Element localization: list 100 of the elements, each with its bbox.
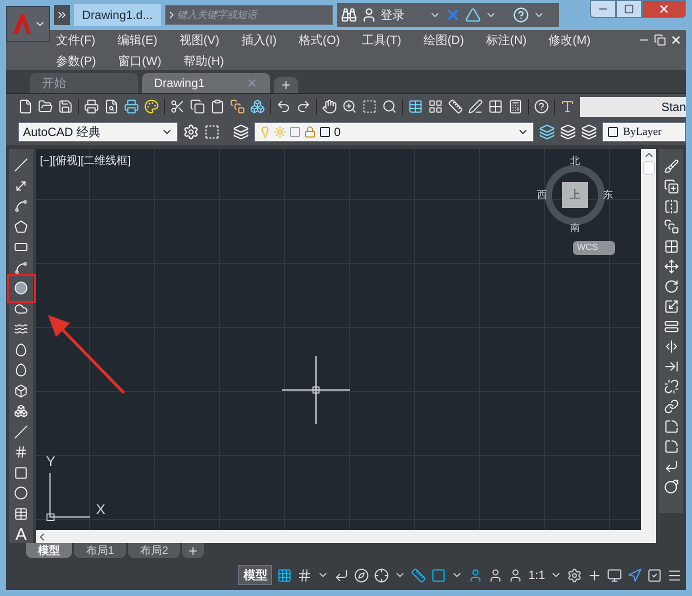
move-icon[interactable] — [664, 259, 678, 274]
rotate-icon[interactable] — [664, 279, 678, 294]
publish-icon[interactable] — [124, 99, 139, 114]
user-icon[interactable] — [360, 7, 377, 23]
menu-item[interactable]: 修改(M) — [548, 30, 591, 48]
erase-icon[interactable] — [664, 159, 678, 174]
layer-properties-icon[interactable] — [233, 124, 249, 140]
calculator-icon[interactable] — [508, 99, 523, 114]
polar-icon[interactable] — [354, 568, 370, 582]
vertical-scrollbar[interactable] — [641, 149, 656, 530]
trim-icon[interactable] — [664, 339, 678, 354]
layout-tab[interactable]: 布局1 — [74, 543, 126, 558]
text-style-field[interactable]: Stan — [580, 96, 686, 116]
layout-tab[interactable]: 模型 — [26, 543, 72, 558]
fillet-icon[interactable] — [664, 439, 678, 454]
stretch-icon[interactable] — [664, 319, 678, 334]
annotation-icon[interactable] — [468, 568, 484, 582]
menu-item[interactable]: 视图(V) — [179, 30, 220, 48]
menu-item[interactable]: 工具(T) — [362, 30, 402, 48]
quick-access-expand-button[interactable] — [54, 5, 70, 25]
save-icon[interactable] — [58, 99, 73, 114]
offset-icon[interactable] — [664, 219, 678, 234]
properties-icon[interactable] — [408, 99, 423, 114]
print-icon[interactable] — [84, 99, 99, 114]
palette-icon[interactable] — [144, 99, 159, 114]
dynamic-input-icon[interactable] — [411, 568, 426, 582]
join-icon[interactable] — [664, 399, 678, 414]
document-title[interactable]: Drawing1.d... — [74, 4, 161, 26]
maximize-button[interactable] — [616, 0, 642, 18]
crosshair-icon[interactable] — [587, 568, 602, 582]
layer-state-icon[interactable] — [581, 124, 597, 140]
viewcube-face[interactable]: 上 — [562, 182, 588, 208]
scrollbar-thumb[interactable] — [642, 161, 654, 175]
menu-item[interactable]: 参数(P) — [56, 52, 96, 70]
annotation-scale[interactable]: 1:1 — [528, 566, 545, 584]
customize-icon[interactable] — [204, 124, 220, 140]
selection-icon[interactable] — [431, 568, 446, 582]
search-input[interactable]: 键入关键字或短语 — [176, 8, 332, 22]
model-space-button[interactable]: 模型 — [238, 565, 272, 585]
preview-icon[interactable] — [104, 99, 119, 114]
break-icon[interactable] — [664, 379, 678, 394]
pan-icon[interactable] — [322, 99, 337, 114]
text-tool-button[interactable]: A — [12, 526, 30, 543]
layer-dropdown[interactable]: 0 — [254, 122, 534, 142]
sign-in-label[interactable]: 登录 — [380, 6, 405, 24]
grid-icon[interactable] — [277, 568, 292, 582]
menu-item[interactable]: 绘图(D) — [423, 30, 464, 48]
zoom-previous-icon[interactable] — [382, 99, 397, 114]
block-editor-icon[interactable] — [250, 99, 265, 114]
undo-icon[interactable] — [276, 99, 291, 114]
workspace-icon[interactable] — [567, 568, 582, 582]
menu-item[interactable]: 插入(I) — [241, 30, 277, 48]
drawing-canvas[interactable]: [−][俯视][二维线框] 北 西 上 东 南 WCS Y X — [36, 149, 641, 530]
object-snap-icon[interactable] — [374, 568, 390, 582]
menu-item[interactable]: 标注(N) — [486, 30, 527, 48]
help-icon[interactable] — [512, 7, 529, 23]
folder-icon[interactable] — [38, 99, 53, 114]
snap-icon[interactable] — [297, 568, 312, 582]
markup-icon[interactable] — [468, 99, 483, 114]
menu-item[interactable]: 编辑(E) — [117, 30, 158, 48]
explode-icon[interactable] — [664, 479, 678, 494]
redo-icon[interactable] — [296, 99, 311, 114]
gear-icon[interactable] — [183, 124, 199, 140]
scale-icon[interactable] — [664, 299, 678, 314]
copy-icon[interactable] — [190, 99, 205, 114]
layout-tab[interactable]: 布局2 — [128, 543, 180, 558]
design-center-icon[interactable] — [428, 99, 443, 114]
workspace-dropdown[interactable]: AutoCAD 经典 — [18, 122, 178, 142]
horizontal-scrollbar[interactable] — [36, 530, 656, 543]
viewport-label[interactable]: [−][俯视][二维线框] — [40, 153, 131, 170]
zoom-icon[interactable] — [342, 99, 357, 114]
menu-item[interactable]: 帮助(H) — [183, 52, 224, 70]
menu-icon[interactable] — [667, 568, 682, 582]
search-field[interactable]: 键入关键字或短语 — [164, 5, 333, 25]
make-current-icon[interactable] — [539, 124, 555, 140]
close-icon[interactable] — [670, 34, 682, 46]
zoom-window-icon[interactable] — [362, 99, 377, 114]
binoculars-icon[interactable] — [340, 7, 357, 23]
file-tab[interactable]: Drawing1 — [142, 73, 270, 93]
triangle-icon[interactable] — [464, 7, 481, 23]
menu-item[interactable]: 文件(F) — [56, 30, 96, 48]
file-tab[interactable]: 开始 — [30, 73, 138, 93]
menu-item[interactable]: 格式(O) — [298, 30, 340, 48]
add-layout-button[interactable] — [182, 543, 204, 558]
restore-icon[interactable] — [654, 34, 666, 46]
array-icon[interactable] — [664, 239, 678, 254]
help-icon[interactable] — [534, 99, 549, 114]
color-dropdown[interactable]: ByLayer — [602, 122, 686, 142]
extend-icon[interactable] — [664, 359, 678, 374]
chamfer-icon[interactable] — [664, 419, 678, 434]
paste-icon[interactable] — [210, 99, 225, 114]
cut-icon[interactable] — [170, 99, 185, 114]
new-file-icon[interactable] — [18, 99, 33, 114]
text-style-icon[interactable] — [560, 99, 575, 114]
close-button[interactable] — [642, 0, 686, 18]
new-tab-button[interactable] — [274, 77, 298, 93]
layer-previous-icon[interactable] — [560, 124, 576, 140]
mirror-icon[interactable] — [664, 199, 678, 214]
menu-item[interactable]: 窗口(W) — [118, 52, 162, 70]
copy-icon[interactable] — [664, 179, 678, 194]
